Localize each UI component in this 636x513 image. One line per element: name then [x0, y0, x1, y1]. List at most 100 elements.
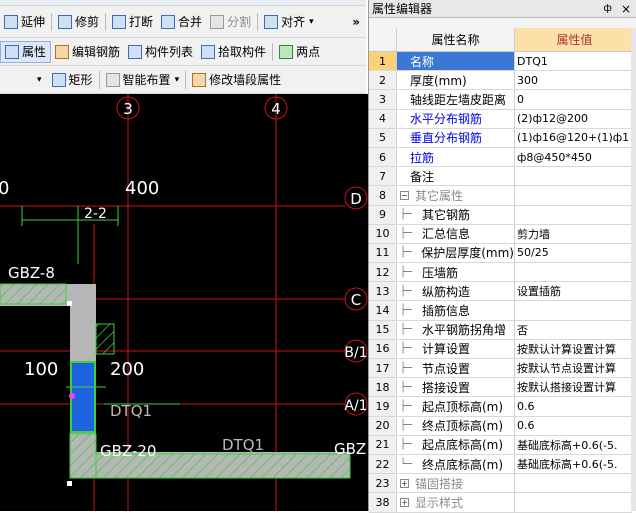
property-value[interactable]: 50/25 — [515, 244, 632, 262]
property-value[interactable]: (2)ф12@200 — [515, 110, 632, 128]
edit-rebar-button[interactable]: 编辑钢筋 — [51, 41, 124, 63]
collapse-icon[interactable]: − — [400, 190, 409, 200]
property-value[interactable]: 按默认计算设置计算 — [515, 340, 632, 358]
property-group-row[interactable]: 23 + 锚固搭接 — [369, 474, 632, 494]
component-tag: GBZ — [334, 440, 366, 458]
row-number: 5 — [369, 128, 397, 147]
eyedropper-icon — [201, 44, 216, 59]
property-row[interactable]: 13 ├─ 纵筋构造 设置插筋 — [369, 282, 632, 302]
align-button[interactable]: 对齐 ▾ — [260, 11, 318, 33]
rectangle-button[interactable]: 矩形 — [48, 69, 97, 91]
smart-layout-button[interactable]: 智能布置 ▾ — [102, 69, 184, 91]
split-button[interactable]: 分割 — [206, 11, 255, 33]
property-value[interactable]: 按默认节点设置计算 — [515, 359, 632, 377]
property-row[interactable]: 2 厚度(mm) 300 — [369, 71, 632, 91]
dimension-text: 200 — [110, 359, 144, 380]
wall-segment-vertical-upper[interactable] — [70, 299, 96, 359]
property-value — [515, 186, 632, 204]
property-value[interactable]: 0.6 — [515, 397, 632, 415]
component-list-button[interactable]: 构件列表 — [124, 41, 197, 63]
edit-rebar-icon — [55, 44, 70, 59]
property-group-row[interactable]: 8− 其它属性 — [369, 186, 632, 206]
svg-text:3: 3 — [123, 100, 133, 118]
extend-button[interactable]: 延伸 — [0, 11, 49, 33]
property-value[interactable]: 基础底标高+0.6(-5. — [515, 455, 632, 473]
axis-bubble-d: D — [344, 186, 368, 210]
chevron-down-icon[interactable]: ▾ — [37, 75, 42, 85]
expand-icon[interactable]: + — [400, 478, 409, 488]
property-row[interactable]: 10 ├─ 汇总信息 剪力墙 — [369, 224, 632, 244]
property-row[interactable]: 15 ├─ 水平钢筋拐角增否 — [369, 320, 632, 340]
property-row[interactable]: 3 轴线距左墙皮距离 0 — [369, 90, 632, 110]
close-icon[interactable]: × — [616, 2, 636, 16]
grip-point[interactable] — [67, 301, 72, 306]
property-value[interactable]: (1)ф16@120+(1)ф1 — [515, 129, 632, 147]
property-value[interactable]: ф8@450*450 — [515, 148, 632, 166]
property-row[interactable]: 5 垂直分布钢筋 (1)ф16@120+(1)ф1 — [369, 128, 632, 148]
merge-button[interactable]: 合并 — [157, 11, 206, 33]
property-value[interactable]: 否 — [515, 321, 632, 339]
property-row[interactable]: 17 ├─ 节点设置 按默认节点设置计算 — [369, 359, 632, 379]
break-button[interactable]: 打断 — [108, 11, 157, 33]
two-points-button[interactable]: 两点 — [275, 41, 324, 63]
row-number: 6 — [369, 147, 397, 167]
tree-line-icon: ├─ — [400, 209, 413, 221]
grip-point[interactable] — [67, 481, 72, 486]
property-value[interactable] — [515, 263, 632, 281]
merge-icon — [161, 14, 176, 29]
property-row[interactable]: 6 拉筋 ф8@450*450 — [369, 147, 632, 168]
properties-button[interactable]: 属性 — [0, 40, 52, 63]
expand-icon[interactable]: + — [400, 497, 409, 507]
row-number-header — [369, 28, 397, 51]
property-row[interactable]: 1 名称 DTQ1 — [369, 52, 632, 72]
tree-line-icon: ├─ — [400, 439, 413, 451]
property-name: ├─ 其它钢筋 — [397, 205, 515, 224]
property-group-row[interactable]: 38 + 显示样式 — [369, 493, 632, 513]
column-header-name: 属性名称 — [397, 28, 515, 51]
property-row[interactable]: 11 ├─ 保护层厚度(mm) 50/25 — [369, 243, 632, 264]
drawing-canvas[interactable]: 3 4 D C B/1 A/1 400 0 2-2 100 200 GBZ-8 … — [0, 94, 368, 511]
pick-component-button[interactable]: 拾取构件 — [197, 41, 270, 63]
property-name: 拉筋 — [397, 147, 515, 167]
property-value[interactable] — [515, 206, 632, 224]
property-value[interactable]: 0.6 — [515, 417, 632, 435]
grip-point-midpoint[interactable] — [69, 393, 75, 399]
toolbar-overflow-button[interactable]: » — [352, 15, 360, 29]
trim-button[interactable]: 修剪 — [54, 11, 103, 33]
property-name: ├─ 插筋信息 — [397, 301, 515, 320]
property-row[interactable]: 12 ├─ 压墙筋 — [369, 263, 632, 283]
property-row[interactable]: 21 ├─ 起点底标高(m) 基础底标高+0.6(-5. — [369, 435, 632, 455]
property-value[interactable]: 0 — [515, 90, 632, 108]
property-value[interactable] — [515, 167, 632, 185]
property-row[interactable]: 18 ├─ 搭接设置 按默认搭接设置计算 — [369, 378, 632, 398]
property-row[interactable]: 16 ├─ 计算设置 按默认计算设置计算 — [369, 339, 632, 359]
component-tag: GBZ-20 — [100, 442, 156, 460]
property-row[interactable]: 20 ├─ 终点顶标高(m) 0.6 — [369, 416, 632, 436]
row-number: 15 — [369, 320, 397, 339]
property-row[interactable]: 14 ├─ 插筋信息 — [369, 301, 632, 321]
property-value[interactable]: 剪力墙 — [515, 225, 632, 243]
property-value[interactable]: 300 — [515, 71, 632, 89]
smart-layout-icon — [105, 72, 120, 87]
property-name: 垂直分布钢筋 — [397, 128, 515, 147]
property-row[interactable]: 22 └─ 终点底标高(m) 基础底标高+0.6(-5. — [369, 454, 632, 475]
property-row[interactable]: 9 ├─ 其它钢筋 — [369, 205, 632, 225]
property-name: 水平分布钢筋 — [397, 109, 515, 128]
property-value[interactable]: 基础底标高+0.6(-5. — [515, 436, 632, 454]
modify-segment-button[interactable]: 修改墙段属性 — [188, 69, 285, 91]
property-value[interactable]: 设置插筋 — [515, 282, 632, 300]
pin-icon[interactable]: ф — [599, 3, 616, 14]
row-number: 10 — [369, 224, 397, 243]
trim-icon — [58, 14, 73, 29]
property-value[interactable]: DTQ1 — [515, 52, 632, 70]
row-number: 23 — [369, 474, 397, 493]
row-number: 7 — [369, 167, 397, 186]
property-row[interactable]: 7 备注 — [369, 167, 632, 187]
property-value[interactable]: 按默认搭接设置计算 — [515, 378, 632, 396]
property-value[interactable] — [515, 301, 632, 319]
hatch-column — [95, 323, 115, 355]
vertical-scrollbar[interactable] — [631, 28, 636, 511]
property-row[interactable]: 19 ├─ 起点顶标高(m) 0.6 — [369, 397, 632, 417]
tree-line-icon: ├─ — [400, 362, 413, 374]
property-row[interactable]: 4 水平分布钢筋 (2)ф12@200 — [369, 109, 632, 129]
